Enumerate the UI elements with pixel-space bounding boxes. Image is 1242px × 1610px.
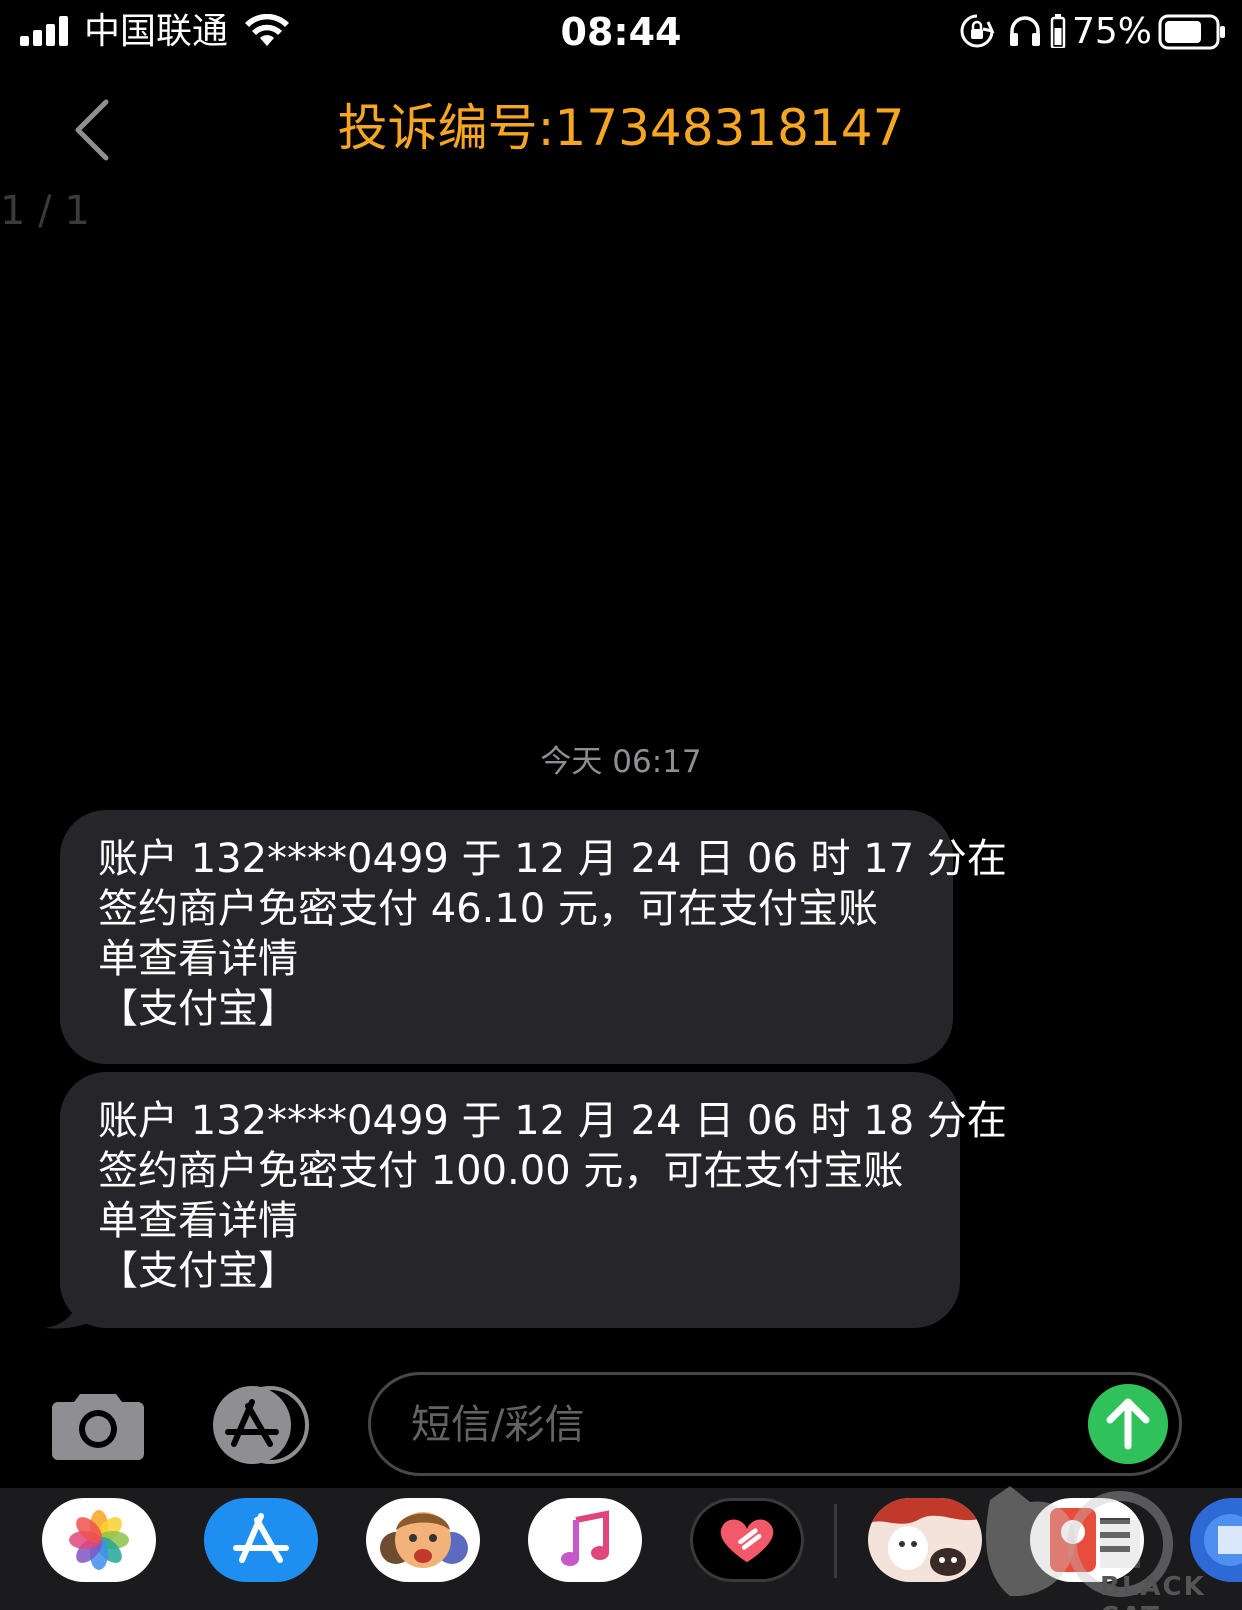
camera-icon [52,1394,144,1460]
photos-icon [69,1510,129,1570]
music-app[interactable] [528,1498,642,1582]
message-timestamp: 今天 06:17 [540,744,702,780]
message-line: 单查看详情 [98,936,298,982]
memoji-app[interactable] [366,1498,480,1582]
status-bar: 中国联通 08:44 75% [0,0,1242,66]
message-input-placeholder: 短信/彩信 [411,1402,585,1448]
message-bubble[interactable]: 账户 132****0499 于 12 月 24 日 06 时 18 分在 签约… [60,1072,1007,1328]
apps-button[interactable] [208,1386,318,1464]
digital-touch-app[interactable] [690,1498,804,1582]
message-line: 【支付宝】 [98,1248,298,1294]
message-line: 账户 132****0499 于 12 月 24 日 06 时 17 分在 [98,836,1007,882]
message-bubble[interactable]: 账户 132****0499 于 12 月 24 日 06 时 17 分在 签约… [60,810,1007,1064]
charging-indicator-icon [1050,14,1066,48]
conversation-title[interactable]: 投诉编号:17348318147 [0,96,1242,160]
photos-app[interactable] [42,1498,156,1582]
dock-divider [834,1504,837,1578]
sticker-app[interactable] [868,1498,982,1582]
page-indicator: 1 / 1 [0,188,90,234]
message-line: 签约商户免密支付 100.00 元，可在支付宝账 [98,1148,904,1194]
message-input[interactable]: 短信/彩信 [368,1372,1182,1476]
watermark-text: BLACK CAT [1100,1572,1206,1610]
rotation-lock-icon [960,14,995,48]
memoji-icon [380,1512,468,1568]
send-button[interactable] [1088,1384,1168,1464]
bubble-tail [44,1300,98,1329]
digital-touch-icon [720,1519,774,1563]
app-store-app[interactable] [204,1498,318,1582]
battery-icon [1158,14,1225,50]
sticker-icon [868,1498,982,1576]
camera-button[interactable] [50,1388,146,1462]
message-line: 单查看详情 [98,1198,298,1244]
message-line: 签约商户免密支付 46.10 元，可在支付宝账 [98,886,878,932]
message-line: 账户 132****0499 于 12 月 24 日 06 时 18 分在 [98,1098,1007,1144]
message-line: 【支付宝】 [98,986,298,1032]
battery-percent: 75% [1072,11,1153,52]
music-icon [561,1510,609,1566]
headphones-icon [1010,16,1040,46]
app-store-icon [233,1513,289,1563]
